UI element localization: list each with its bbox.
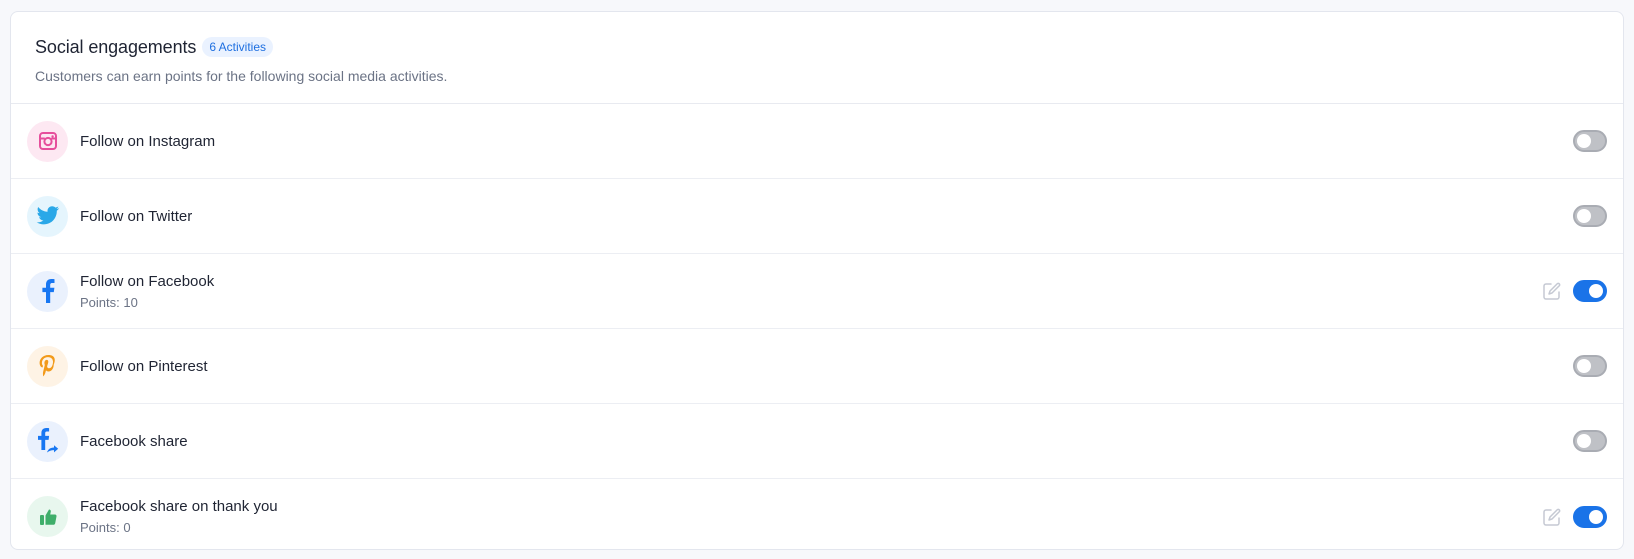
facebook-share-icon: [27, 420, 68, 462]
pinterest-icon: [27, 345, 68, 387]
activity-label: Facebook share: [80, 432, 188, 450]
toggle-pinterest[interactable]: [1573, 355, 1607, 377]
edit-icon[interactable]: [1541, 280, 1563, 302]
activity-row-instagram: Follow on Instagram: [11, 104, 1623, 179]
activity-label: Follow on Facebook: [80, 272, 215, 290]
activity-label: Follow on Pinterest: [80, 357, 208, 375]
activity-list: Follow on Instagram Follow on Twitter Fo…: [11, 104, 1623, 549]
activity-row-facebook-share-thank-you: Facebook share on thank you Points: 0: [11, 479, 1623, 549]
toggle-instagram[interactable]: [1573, 130, 1607, 152]
instagram-icon: [27, 120, 68, 162]
thumbs-up-icon: [27, 496, 68, 537]
activity-row-facebook-share: Facebook share: [11, 404, 1623, 479]
social-engagements-card: Social engagements 6 Activities Customer…: [10, 11, 1624, 550]
toggle-facebook-share[interactable]: [1573, 430, 1607, 452]
card-header: Social engagements 6 Activities Customer…: [11, 12, 1623, 104]
section-title: Social engagements: [35, 36, 197, 57]
twitter-icon: [27, 195, 68, 237]
toggle-facebook[interactable]: [1573, 280, 1607, 302]
facebook-icon: [27, 270, 68, 312]
activities-count-badge: 6 Activities: [202, 37, 274, 57]
section-subtitle: Customers can earn points for the follow…: [35, 68, 448, 84]
activity-row-twitter: Follow on Twitter: [11, 179, 1623, 254]
toggle-twitter[interactable]: [1573, 205, 1607, 227]
edit-icon[interactable]: [1541, 506, 1563, 528]
activity-points: Points: 0: [80, 520, 131, 535]
activity-label: Follow on Twitter: [80, 207, 193, 225]
toggle-facebook-share-thank-you[interactable]: [1573, 505, 1607, 528]
activity-row-facebook: Follow on Facebook Points: 10: [11, 254, 1623, 329]
activity-points: Points: 10: [80, 294, 138, 310]
activity-label: Facebook share on thank you: [80, 498, 278, 515]
activity-row-pinterest: Follow on Pinterest: [11, 329, 1623, 404]
activity-label: Follow on Instagram: [80, 132, 216, 150]
